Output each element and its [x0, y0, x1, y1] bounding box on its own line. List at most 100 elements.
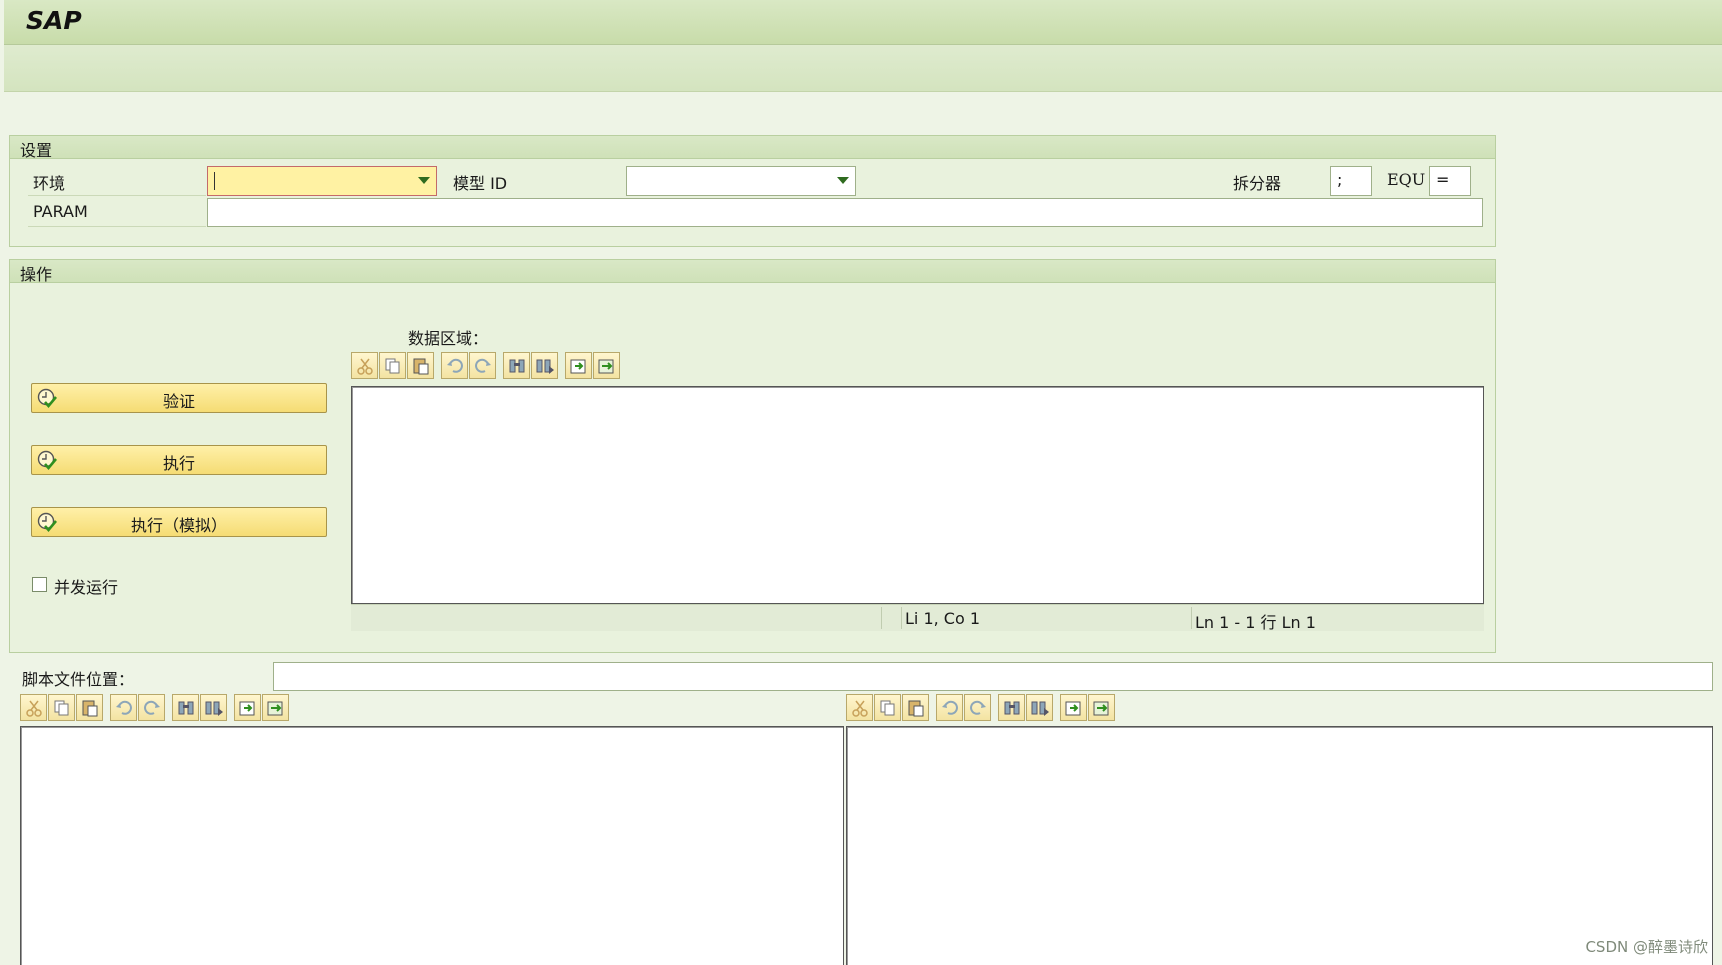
left-script-editor[interactable] [20, 726, 844, 965]
env-dropdown[interactable] [207, 166, 437, 196]
cut-icon [25, 700, 42, 717]
script-file-location-input[interactable] [273, 662, 1713, 691]
redo-icon [474, 358, 491, 373]
left-editor-toolbar [20, 694, 290, 722]
undo-icon [446, 358, 463, 373]
application-toolbar [4, 45, 1722, 92]
execute-button[interactable]: 执行 [31, 445, 327, 475]
download-button[interactable] [593, 352, 620, 379]
find-next-button[interactable] [1026, 694, 1053, 721]
status-divider [1191, 607, 1192, 629]
undo-icon [115, 700, 132, 715]
chevron-down-icon[interactable] [418, 177, 430, 184]
copy-button[interactable] [379, 352, 406, 379]
download-button[interactable] [1088, 694, 1115, 721]
validate-button-label: 验证 [162, 392, 195, 411]
find-next-icon [205, 701, 223, 716]
settings-group: 设置 环境 模型 ID 拆分器 ; EQU = PARAM [9, 135, 1496, 247]
status-divider [881, 607, 882, 629]
download-icon [1093, 701, 1108, 715]
upload-button[interactable] [565, 352, 592, 379]
copy-icon [880, 700, 894, 715]
paste-button[interactable] [902, 694, 929, 721]
upload-icon [570, 359, 585, 373]
upload-button[interactable] [1060, 694, 1087, 721]
redo-icon [143, 700, 160, 715]
param-input[interactable] [207, 198, 1483, 227]
undo-button[interactable] [936, 694, 963, 721]
upload-icon [239, 701, 254, 715]
parallel-run-label: 并发运行 [54, 578, 119, 597]
undo-button[interactable] [110, 694, 137, 721]
equ-field[interactable]: = [1429, 166, 1471, 196]
text-cursor [214, 172, 215, 190]
redo-icon [969, 700, 986, 715]
cut-button[interactable] [20, 694, 47, 721]
status-divider [901, 607, 902, 629]
cut-button[interactable] [351, 352, 378, 379]
app-title: SAP [26, 6, 82, 35]
param-label-underline [28, 226, 206, 227]
undo-button[interactable] [441, 352, 468, 379]
execute-button-label: 执行 [162, 454, 195, 473]
status-position: Li 1, Co 1 [905, 609, 981, 628]
right-script-editor[interactable] [846, 726, 1713, 965]
settings-group-header: 设置 [10, 136, 1495, 160]
cut-button[interactable] [846, 694, 873, 721]
simulate-execute-button[interactable]: 执行（模拟） [31, 507, 327, 537]
download-icon [598, 359, 613, 373]
find-button[interactable] [998, 694, 1025, 721]
paste-button[interactable] [407, 352, 434, 379]
copy-icon [54, 700, 68, 715]
find-icon [509, 359, 524, 372]
operations-group-title: 操作 [20, 265, 53, 284]
model-id-dropdown[interactable] [626, 166, 856, 196]
simulate-execute-button-label: 执行（模拟） [130, 516, 227, 535]
find-button[interactable] [503, 352, 530, 379]
data-area-label: 数据区域： [408, 329, 489, 348]
upload-icon [1065, 701, 1080, 715]
chevron-down-icon[interactable] [837, 177, 849, 184]
redo-button[interactable] [964, 694, 991, 721]
copy-button[interactable] [874, 694, 901, 721]
splitter-field[interactable]: ; [1330, 166, 1372, 196]
data-area-editor[interactable] [351, 386, 1484, 604]
find-icon [1004, 701, 1019, 714]
redo-button[interactable] [469, 352, 496, 379]
data-area-toolbar [351, 352, 621, 380]
find-next-button[interactable] [531, 352, 558, 379]
paste-button[interactable] [76, 694, 103, 721]
operations-group: 操作 验证 执行 执行（模拟） 并发运行 数据区域： Li 1, Co 1 Ln… [9, 259, 1496, 653]
paste-icon [908, 700, 923, 716]
watermark: CSDN @醉墨诗欣 [1585, 938, 1708, 956]
right-editor-toolbar [846, 694, 1116, 722]
download-button[interactable] [262, 694, 289, 721]
cut-icon [356, 358, 373, 375]
upload-button[interactable] [234, 694, 261, 721]
title-bar [4, 0, 1722, 45]
find-next-icon [536, 359, 554, 374]
find-next-icon [1031, 701, 1049, 716]
splitter-value: ; [1337, 170, 1343, 189]
copy-button[interactable] [48, 694, 75, 721]
paste-icon [413, 358, 428, 374]
redo-button[interactable] [138, 694, 165, 721]
model-id-label: 模型 ID [453, 174, 508, 193]
find-button[interactable] [172, 694, 199, 721]
splitter-label: 拆分器 [1233, 174, 1282, 193]
validate-button[interactable]: 验证 [31, 383, 327, 413]
env-label: 环境 [33, 174, 66, 193]
settings-group-title: 设置 [20, 141, 53, 160]
operations-group-header: 操作 [10, 260, 1495, 284]
download-icon [267, 701, 282, 715]
equ-label: EQU [1387, 170, 1426, 189]
data-area-statusbar: Li 1, Co 1 Ln 1 - 1 行 Ln 1 [351, 604, 1484, 632]
param-label: PARAM [33, 202, 88, 221]
status-lines: Ln 1 - 1 行 Ln 1 [1195, 613, 1316, 632]
find-next-button[interactable] [200, 694, 227, 721]
paste-icon [82, 700, 97, 716]
env-label-underline [28, 195, 206, 196]
parallel-run-checkbox[interactable] [32, 577, 47, 592]
script-file-location-label: 脚本文件位置： [22, 670, 135, 689]
cut-icon [851, 700, 868, 717]
